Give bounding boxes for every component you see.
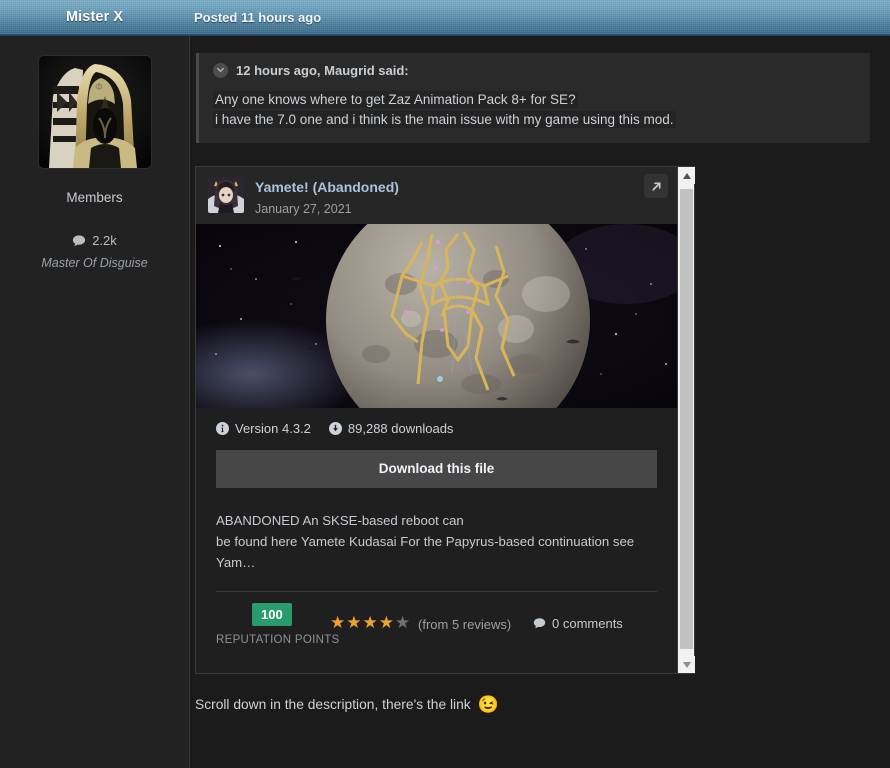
- star-empty-icon: ★: [395, 613, 412, 632]
- user-title: Master Of Disguise: [41, 256, 148, 270]
- embed-preview-image[interactable]: [196, 188, 677, 452]
- star-filled-icon: ★: [346, 613, 363, 632]
- embed-scroll-area: Yamete! (Abandoned) January 27, 2021 Ver…: [196, 167, 677, 673]
- comment-icon: [533, 618, 546, 629]
- embed-meta-row: Version 4.3.2 89,288 downloads: [196, 408, 677, 436]
- avatar[interactable]: Φ: [38, 56, 151, 168]
- author-sidebar: Φ Members 2.2k Master Of Disguise: [0, 36, 190, 768]
- chevron-down-circle-icon[interactable]: [213, 63, 228, 78]
- star-filled-icon: ★: [378, 613, 395, 632]
- svg-text:Φ: Φ: [95, 82, 103, 93]
- triangle-up-icon: [682, 172, 691, 179]
- post-author-name[interactable]: Mister X: [66, 9, 123, 25]
- post-timestamp[interactable]: Posted 11 hours ago: [194, 10, 321, 25]
- comment-count-text: 0 comments: [552, 616, 623, 631]
- quote-attribution-row[interactable]: 12 hours ago, Maugrid said:: [213, 63, 856, 90]
- post-closing-text: Scroll down in the description, there's …: [195, 696, 890, 713]
- download-this-file-button[interactable]: Download this file: [216, 450, 657, 488]
- version-text: Version 4.3.2: [235, 421, 311, 436]
- downloads-text: 89,288 downloads: [347, 421, 454, 436]
- quote-block: 12 hours ago, Maugrid said: Any one know…: [196, 53, 870, 143]
- quote-line-1: Any one knows where to get Zaz Animation…: [213, 91, 578, 108]
- post-count-stat: 2.2k: [0, 233, 189, 248]
- star-filled-icon: ★: [362, 613, 379, 632]
- star-filled-icon: ★: [330, 613, 347, 632]
- post-closing-message: Scroll down in the description, there's …: [195, 697, 471, 712]
- external-link-icon[interactable]: [644, 174, 668, 198]
- post-header-bar: Mister X Posted 11 hours ago: [0, 0, 890, 36]
- reputation-badge: 100: [252, 603, 292, 626]
- anime-character-avatar: [208, 177, 244, 213]
- embed-footer: 100 REPUTATION POINTS ★★★★★ (from 5 revi…: [196, 592, 677, 672]
- quote-attribution-text: 12 hours ago, Maugrid said:: [236, 63, 409, 78]
- embedded-file-card: Yamete! (Abandoned) January 27, 2021 Ver…: [195, 166, 695, 674]
- reputation-label: REPUTATION POINTS: [216, 634, 340, 646]
- review-count: (from 5 reviews): [418, 617, 512, 632]
- triangle-down-icon: [682, 661, 691, 668]
- embed-file-title[interactable]: Yamete! (Abandoned): [255, 178, 399, 196]
- embed-description-line-2: be found here Yamete Kudasai For the Pap…: [216, 534, 635, 570]
- quote-line-2: i have the 7.0 one and i think is the ma…: [213, 110, 676, 128]
- member-group-label: Members: [66, 190, 123, 205]
- version-item: Version 4.3.2: [216, 421, 311, 436]
- info-circle-icon: [216, 422, 229, 435]
- moon-with-gold-line-art: [196, 188, 677, 452]
- download-circle-icon: [328, 422, 342, 435]
- downloads-item: 89,288 downloads: [328, 421, 454, 436]
- embed-vertical-scrollbar[interactable]: [677, 167, 695, 673]
- winking-face-emoji: 😉: [477, 695, 499, 714]
- embed-file-date: January 27, 2021: [255, 202, 352, 216]
- scrollbar-thumb[interactable]: [680, 189, 693, 649]
- embed-header: Yamete! (Abandoned) January 27, 2021: [196, 167, 677, 224]
- post-content: 12 hours ago, Maugrid said: Any one know…: [191, 36, 890, 768]
- post-count-value: 2.2k: [92, 233, 117, 248]
- embed-description: ABANDONED An SKSE-based reboot can be fo…: [196, 488, 677, 573]
- forum-post-page: Mister X Posted 11 hours ago Φ Members 2…: [0, 0, 890, 768]
- embed-description-line-1: ABANDONED An SKSE-based reboot can: [216, 513, 464, 528]
- star-rating[interactable]: ★★★★★: [330, 614, 411, 632]
- comment-icon: [73, 234, 86, 246]
- comment-count[interactable]: 0 comments: [533, 616, 623, 631]
- scroll-up-button[interactable]: [678, 167, 695, 184]
- quote-text: Any one knows where to get Zaz Animation…: [213, 90, 856, 129]
- embed-author-avatar[interactable]: [208, 177, 244, 213]
- hooded-figure-avatar: Φ: [38, 56, 151, 168]
- scroll-down-button[interactable]: [678, 656, 695, 673]
